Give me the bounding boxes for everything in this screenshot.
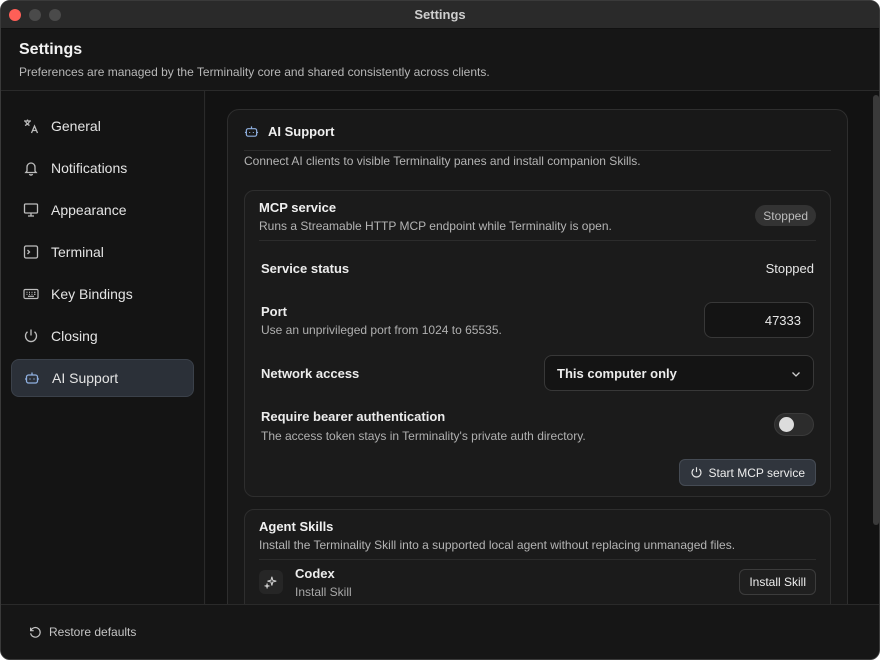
sidebar-item-ai-support[interactable]: AI Support [11, 359, 194, 397]
service-status-label: Service status [261, 261, 350, 276]
toggle-knob [779, 417, 794, 432]
terminal-icon [21, 242, 41, 262]
title-bar[interactable]: Settings [1, 1, 879, 29]
ai-support-title: AI Support [244, 124, 334, 139]
sidebar-item-closing[interactable]: Closing [11, 317, 194, 355]
settings-sidebar: General Notifications Appearance Termina… [1, 91, 205, 604]
bell-icon [21, 158, 41, 178]
settings-footer: Restore defaults [1, 604, 879, 659]
sidebar-item-general[interactable]: General [11, 107, 194, 145]
chevron-down-icon [792, 372, 800, 377]
settings-window: Settings Settings Preferences are manage… [0, 0, 880, 660]
bearer-auth-toggle[interactable] [774, 413, 814, 436]
install-skill-button[interactable]: Install Skill [739, 569, 816, 595]
restore-defaults-label: Restore defaults [49, 625, 137, 639]
mcp-service-section: MCP service Runs a Streamable HTTP MCP e… [244, 190, 831, 497]
ai-support-card: AI Support Connect AI clients to visible… [227, 109, 848, 604]
keyboard-icon [21, 284, 41, 304]
mcp-section-description: Runs a Streamable HTTP MCP endpoint whil… [259, 219, 612, 233]
robot-icon [244, 126, 259, 137]
divider [244, 150, 831, 151]
sidebar-item-label: Appearance [51, 202, 127, 218]
skill-subtitle: Install Skill [295, 585, 352, 599]
network-access-select[interactable]: This computer only [544, 355, 814, 391]
sidebar-item-label: General [51, 118, 101, 134]
robot-icon [22, 368, 42, 388]
skills-section-description: Install the Terminality Skill into a sup… [259, 538, 736, 552]
skill-name: Codex [295, 566, 335, 581]
page-subtitle: Preferences are managed by the Terminali… [19, 65, 490, 79]
ai-support-title-text: AI Support [268, 124, 335, 139]
translate-icon [21, 116, 41, 136]
sidebar-item-label: Key Bindings [51, 286, 133, 302]
sparkle-icon [259, 570, 283, 594]
bearer-auth-hint: The access token stays in Terminality's … [261, 429, 586, 443]
divider [259, 559, 816, 560]
status-badge: Stopped [755, 205, 816, 226]
start-mcp-service-button[interactable]: Start MCP service [678, 459, 816, 486]
restore-defaults-button[interactable]: Restore defaults [28, 625, 136, 639]
power-icon [21, 326, 41, 346]
port-input[interactable] [704, 302, 814, 338]
page-title: Settings [19, 41, 83, 58]
sidebar-item-key-bindings[interactable]: Key Bindings [11, 275, 194, 313]
sidebar-item-appearance[interactable]: Appearance [11, 191, 194, 229]
sidebar-item-label: Terminal [51, 244, 104, 260]
sidebar-item-label: Closing [51, 328, 98, 344]
power-icon [691, 467, 702, 478]
monitor-icon [21, 200, 41, 220]
network-access-label: Network access [261, 366, 360, 381]
scrollbar-thumb[interactable] [873, 95, 879, 525]
scrollbar[interactable] [871, 91, 879, 604]
settings-content: AI Support Connect AI clients to visible… [206, 91, 879, 604]
port-label: Port [261, 304, 287, 319]
agent-skills-section: Agent Skills Install the Terminality Ski… [244, 509, 831, 604]
sidebar-item-terminal[interactable]: Terminal [11, 233, 194, 271]
sidebar-item-notifications[interactable]: Notifications [11, 149, 194, 187]
service-status-value: Stopped [765, 261, 814, 276]
mcp-section-title: MCP service [259, 200, 337, 215]
skills-section-title: Agent Skills [259, 519, 334, 534]
window-title: Settings [414, 7, 466, 22]
start-mcp-service-label: Start MCP service [708, 465, 805, 480]
divider [259, 240, 816, 241]
port-hint: Use an unprivileged port from 1024 to 65… [261, 323, 502, 337]
settings-header: Settings Preferences are managed by the … [1, 29, 879, 91]
undo-icon [30, 626, 41, 638]
sidebar-item-label: Notifications [51, 160, 128, 176]
sidebar-item-label: AI Support [52, 370, 119, 386]
network-access-value: This computer only [557, 365, 677, 381]
bearer-auth-label: Require bearer authentication [261, 409, 446, 424]
ai-support-description: Connect AI clients to visible Terminalit… [244, 154, 641, 168]
